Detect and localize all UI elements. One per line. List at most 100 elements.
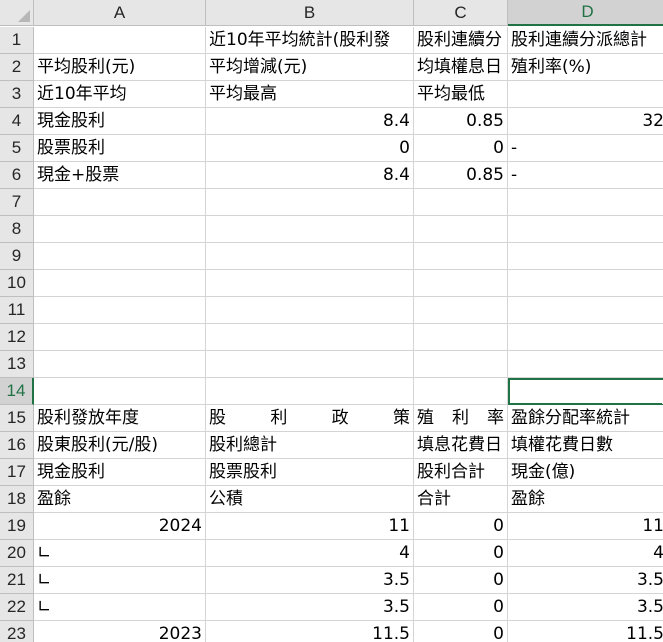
row-header-23[interactable]: 23 — [0, 621, 34, 642]
row-header-20[interactable]: 20 — [0, 540, 34, 567]
cell-a19[interactable]: 2024 — [34, 513, 206, 540]
select-all-button[interactable] — [0, 0, 34, 26]
cell-b18[interactable]: 公積 — [206, 486, 414, 513]
row-header-7[interactable]: 7 — [0, 189, 34, 216]
row-header-5[interactable]: 5 — [0, 135, 34, 162]
cell-d3[interactable] — [508, 81, 663, 108]
cell-a3[interactable]: 近10年平均 — [34, 81, 206, 108]
cell-d4[interactable]: 32 — [508, 108, 663, 135]
cell-a8[interactable] — [34, 216, 206, 243]
cell-a20[interactable]: ∟ — [34, 540, 206, 567]
cell-d5[interactable]: - — [508, 135, 663, 162]
cell-c5[interactable]: 0 — [414, 135, 508, 162]
cell-c9[interactable] — [414, 243, 508, 270]
cell-d12[interactable] — [508, 324, 663, 351]
cell-c14[interactable] — [414, 378, 508, 405]
cell-d22[interactable]: 3.5 — [508, 594, 663, 621]
cell-b20[interactable]: 4 — [206, 540, 414, 567]
cell-c6[interactable]: 0.85 — [414, 162, 508, 189]
row-header-15[interactable]: 15 — [0, 405, 34, 432]
cell-d1[interactable]: 股利連續分派總計 — [508, 27, 663, 54]
cell-a2[interactable]: 平均股利(元) — [34, 54, 206, 81]
cell-d6[interactable]: - — [508, 162, 663, 189]
cell-a17[interactable]: 現金股利 — [34, 459, 206, 486]
row-header-14[interactable]: 14 — [0, 378, 34, 405]
row-header-8[interactable]: 8 — [0, 216, 34, 243]
row-header-2[interactable]: 2 — [0, 54, 34, 81]
cell-a14[interactable] — [34, 378, 206, 405]
column-header-c[interactable]: C — [414, 0, 508, 26]
cell-b5[interactable]: 0 — [206, 135, 414, 162]
cell-c16[interactable]: 填息花費日 — [414, 432, 508, 459]
cell-a9[interactable] — [34, 243, 206, 270]
cell-b9[interactable] — [206, 243, 414, 270]
cell-c13[interactable] — [414, 351, 508, 378]
cell-b1[interactable]: 近10年平均統計(股利發 — [206, 27, 414, 54]
cell-c15[interactable]: 殖利率 — [414, 405, 508, 432]
cell-a6[interactable]: 現金+股票 — [34, 162, 206, 189]
column-header-d[interactable]: D — [508, 0, 663, 26]
cell-a11[interactable] — [34, 297, 206, 324]
cell-b14[interactable] — [206, 378, 414, 405]
cell-a16[interactable]: 股東股利(元/股) — [34, 432, 206, 459]
cell-b8[interactable] — [206, 216, 414, 243]
cell-c2[interactable]: 均填權息日 — [414, 54, 508, 81]
row-header-12[interactable]: 12 — [0, 324, 34, 351]
cell-c12[interactable] — [414, 324, 508, 351]
cell-c7[interactable] — [414, 189, 508, 216]
cell-d19[interactable]: 11 — [508, 513, 663, 540]
cell-d15[interactable]: 盈餘分配率統計 — [508, 405, 663, 432]
cell-b11[interactable] — [206, 297, 414, 324]
cell-c3[interactable]: 平均最低 — [414, 81, 508, 108]
cell-a7[interactable] — [34, 189, 206, 216]
cell-c8[interactable] — [414, 216, 508, 243]
cell-c18[interactable]: 合計 — [414, 486, 508, 513]
cell-d2[interactable]: 殖利率(%) — [508, 54, 663, 81]
cell-a4[interactable]: 現金股利 — [34, 108, 206, 135]
column-header-b[interactable]: B — [206, 0, 414, 26]
row-header-17[interactable]: 17 — [0, 459, 34, 486]
cell-a18[interactable]: 盈餘 — [34, 486, 206, 513]
cell-d20[interactable]: 4 — [508, 540, 663, 567]
cell-d9[interactable] — [508, 243, 663, 270]
cell-c4[interactable]: 0.85 — [414, 108, 508, 135]
cell-d16[interactable]: 填權花費日數 — [508, 432, 663, 459]
cell-d10[interactable] — [508, 270, 663, 297]
cell-b15[interactable]: 股利政策 — [206, 405, 414, 432]
cell-a22[interactable]: ∟ — [34, 594, 206, 621]
cell-b2[interactable]: 平均增減(元) — [206, 54, 414, 81]
cell-d21[interactable]: 3.5 — [508, 567, 663, 594]
column-header-a[interactable]: A — [34, 0, 206, 26]
cell-d7[interactable] — [508, 189, 663, 216]
cell-b17[interactable]: 股票股利 — [206, 459, 414, 486]
cell-b21[interactable]: 3.5 — [206, 567, 414, 594]
cell-a15[interactable]: 股利發放年度 — [34, 405, 206, 432]
cell-c19[interactable]: 0 — [414, 513, 508, 540]
cell-a21[interactable]: ∟ — [34, 567, 206, 594]
row-header-4[interactable]: 4 — [0, 108, 34, 135]
cell-a10[interactable] — [34, 270, 206, 297]
cell-b13[interactable] — [206, 351, 414, 378]
cell-b12[interactable] — [206, 324, 414, 351]
cell-a5[interactable]: 股票股利 — [34, 135, 206, 162]
row-header-10[interactable]: 10 — [0, 270, 34, 297]
cell-d11[interactable] — [508, 297, 663, 324]
row-header-1[interactable]: 1 — [0, 27, 34, 54]
cell-b3[interactable]: 平均最高 — [206, 81, 414, 108]
row-header-9[interactable]: 9 — [0, 243, 34, 270]
cell-c21[interactable]: 0 — [414, 567, 508, 594]
row-header-16[interactable]: 16 — [0, 432, 34, 459]
cell-c20[interactable]: 0 — [414, 540, 508, 567]
cell-d17[interactable]: 現金(億) — [508, 459, 663, 486]
cell-b6[interactable]: 8.4 — [206, 162, 414, 189]
cell-a1[interactable] — [34, 27, 206, 54]
cell-d14[interactable] — [508, 378, 663, 405]
cell-c22[interactable]: 0 — [414, 594, 508, 621]
cell-b23[interactable]: 11.5 — [206, 621, 414, 642]
row-header-11[interactable]: 11 — [0, 297, 34, 324]
cell-a23[interactable]: 2023 — [34, 621, 206, 642]
cell-b19[interactable]: 11 — [206, 513, 414, 540]
cell-d23[interactable]: 11.5 — [508, 621, 663, 642]
cell-c1[interactable]: 股利連續分 — [414, 27, 508, 54]
row-header-21[interactable]: 21 — [0, 567, 34, 594]
